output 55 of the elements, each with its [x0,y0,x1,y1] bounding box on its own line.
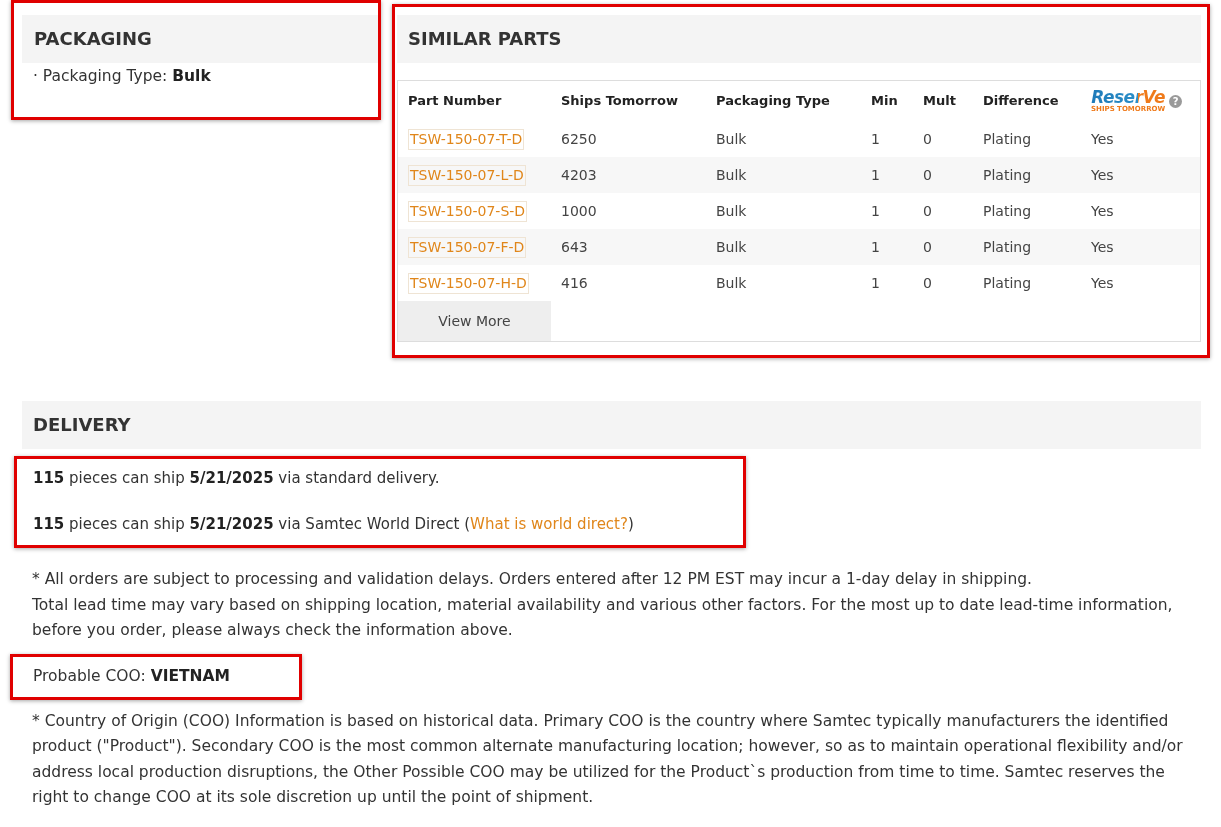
section-title: SIMILAR PARTS [408,28,562,50]
table-cell-text: Plating [983,201,1032,221]
table-cell-text: 0 [923,165,932,185]
note-text: * All orders are subject to processing and validation delays. Orders entered after 12 PM EST may incur a 1-day delay in shipping. [32,569,1033,590]
view-more-button[interactable]: View More [398,301,551,341]
table-cell-text: 0 [923,129,932,149]
table-cell-text: Plating [983,165,1032,185]
table-cell-text: 0 [923,273,932,293]
table-cell-text: Yes [1091,129,1114,149]
table-cell-text: 1 [871,237,880,257]
section-title: PACKAGING [34,28,152,50]
table-cell-text: 1 [871,165,880,185]
table-cell-text: Plating [983,237,1032,257]
column-header: Min [871,92,898,111]
column-header: Difference [983,92,1059,111]
table-cell-text: 1 [871,201,880,221]
column-header: Part Number [408,92,502,111]
table-cell-text: Yes [1091,273,1114,293]
table-cell-text: Plating [983,273,1032,293]
table-cell-text: 0 [923,201,932,221]
availability-text: 115 pieces can ship 5/21/2025 via standard delivery. [33,468,441,489]
table-cell-text: Bulk [716,237,747,257]
column-header: Mult [923,92,956,111]
packaging-detail: · Packaging Type: Bulk [32,66,212,86]
availability-text: 115 pieces can ship 5/21/2025 via Samtec World Direct (What is world direct?) [33,514,635,535]
table-cell-text: 416 [561,273,588,293]
note-text: Total lead time may vary based on shipping location, material availability and various other factors. For the most up to date lead-time information, before you order, please always check the information above. [32,594,1174,641]
table-cell-text: 1 [871,129,880,149]
help-icon[interactable]: ? [1169,94,1183,108]
coo-note-text: * Country of Origin (COO) Information is based on historical data. Primary COO is the country where Samtec typically manufacturers the identified product ("Product"). Secondary COO is the most common alternate manufacturing location; however, so as to maintain operational flexibility and/or address local production disruptions, the Other Possible COO may be utilized for the Product`s production from time to time. Samtec reserves the right to change COO at its sole discretion up until the point of shipment. [32,710,1184,808]
table-cell-text: Bulk [716,129,747,149]
part-number-link[interactable]: TSW-150-07-F-D [408,236,527,258]
part-number-link[interactable]: TSW-150-07-L-D [408,164,526,186]
part-number-link[interactable]: TSW-150-07-H-D [408,272,529,294]
table-cell-text: Yes [1091,237,1114,257]
column-header: Packaging Type [716,92,830,111]
column-header: Ships Tomorrow [561,92,678,111]
section-title: DELIVERY [33,414,131,436]
table-cell-text: 6250 [561,129,597,149]
coo-text: Probable COO: VIETNAM [33,665,231,687]
world-direct-link[interactable]: What is world direct? [470,515,628,533]
logo-wordmark: ReserVe [1091,89,1165,105]
table-cell-text: Yes [1091,165,1114,185]
table-cell-text: Yes [1091,201,1114,221]
table-cell-text: Bulk [716,165,747,185]
table-cell-text: Plating [983,129,1032,149]
table-cell-text: Bulk [716,201,747,221]
part-number-link[interactable]: TSW-150-07-T-D [408,128,525,150]
part-number-link[interactable]: TSW-150-07-S-D [408,200,528,222]
table-cell-text: 4203 [561,165,597,185]
table-cell-text: Bulk [716,273,747,293]
table-cell-text: 1000 [561,201,597,221]
table-cell-text: 0 [923,237,932,257]
table-cell-text: 1 [871,273,880,293]
table-cell-text: 643 [561,237,588,257]
